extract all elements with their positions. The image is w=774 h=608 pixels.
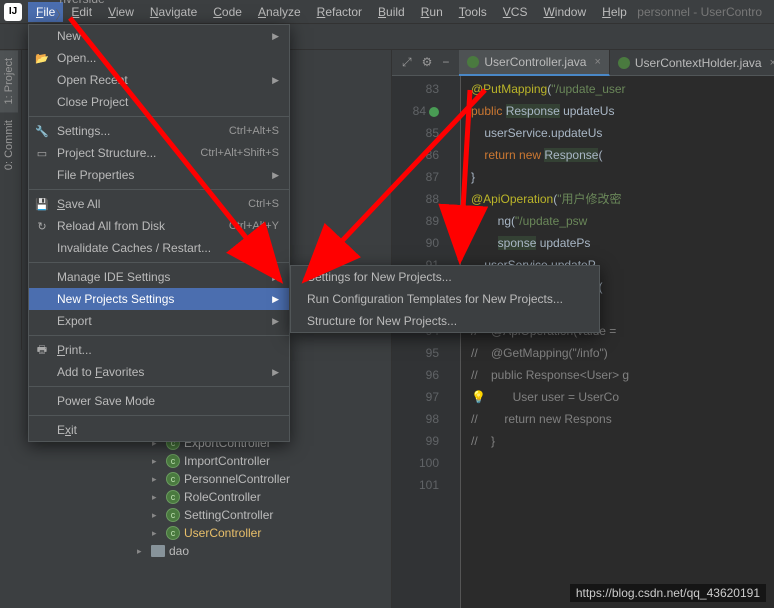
watermark: https://blog.csdn.net/qq_43620191 bbox=[570, 584, 766, 602]
menubar: IJ FileEditViewNavigateCodeAnalyzeRefact… bbox=[0, 0, 774, 24]
menu-item[interactable]: Add to Favorites▶ bbox=[29, 361, 289, 383]
submenu-item[interactable]: Structure for New Projects... bbox=[291, 310, 599, 332]
expand-icon[interactable]: ⤢ bbox=[402, 55, 412, 70]
menu-item[interactable]: ▭Project Structure...Ctrl+Alt+Shift+S bbox=[29, 142, 289, 164]
close-icon[interactable]: × bbox=[594, 56, 600, 68]
menu-run[interactable]: Run bbox=[413, 2, 451, 22]
chevron-right-icon: ▸ bbox=[152, 474, 162, 485]
line-gutter: 8384858687888990919293949596979899100101 bbox=[392, 76, 447, 608]
menu-code[interactable]: Code bbox=[205, 2, 250, 22]
menu-separator bbox=[29, 335, 289, 336]
class-icon bbox=[467, 56, 479, 68]
class-icon: c bbox=[166, 490, 180, 504]
tool-window-tabs: 1: Project 0: Commit bbox=[0, 50, 22, 350]
chevron-right-icon: ▸ bbox=[137, 546, 147, 557]
class-icon: c bbox=[166, 508, 180, 522]
tree-item[interactable]: ▸cImportController bbox=[22, 452, 391, 470]
file-menu-dropdown: New▶📂Open...Open Recent▶Close Project 🔧Se… bbox=[28, 24, 290, 442]
project-title: personnel - UserContro bbox=[637, 5, 770, 19]
menu-icon: 🖶 bbox=[35, 343, 49, 357]
breadcrumb-item[interactable]: riverside bbox=[55, 0, 116, 6]
menu-item[interactable]: Invalidate Caches / Restart... bbox=[29, 237, 289, 259]
menu-icon: ▭ bbox=[35, 146, 49, 160]
tree-folder[interactable]: ▸dao bbox=[22, 542, 391, 560]
tab-commit[interactable]: 0: Commit bbox=[0, 112, 18, 178]
submenu-item[interactable]: Run Configuration Templates for New Proj… bbox=[291, 288, 599, 310]
menu-item[interactable]: 🖶Print... bbox=[29, 339, 289, 361]
chevron-right-icon: ▸ bbox=[152, 510, 162, 521]
close-icon[interactable]: × bbox=[770, 57, 774, 69]
menu-icon: 📂 bbox=[35, 51, 49, 65]
menu-tools[interactable]: Tools bbox=[451, 2, 495, 22]
class-icon: c bbox=[166, 454, 180, 468]
menu-separator bbox=[29, 262, 289, 263]
chevron-right-icon: ▶ bbox=[272, 294, 279, 305]
chevron-right-icon: ▶ bbox=[272, 272, 279, 283]
menu-separator bbox=[29, 116, 289, 117]
menu-item[interactable]: Export▶ bbox=[29, 310, 289, 332]
tree-item[interactable]: ▸cPersonnelController bbox=[22, 470, 391, 488]
menu-refactor[interactable]: Refactor bbox=[309, 2, 370, 22]
menu-vcs[interactable]: VCS bbox=[495, 2, 536, 22]
new-projects-settings-submenu: Settings for New Projects...Run Configur… bbox=[290, 265, 600, 333]
minus-icon[interactable]: − bbox=[442, 55, 449, 70]
menu-item[interactable]: File Properties▶ bbox=[29, 164, 289, 186]
tab-usercontextholder[interactable]: UserContextHolder.java × bbox=[610, 50, 774, 76]
menu-separator bbox=[29, 386, 289, 387]
menu-item[interactable]: Exit bbox=[29, 419, 289, 441]
menu-analyze[interactable]: Analyze bbox=[250, 2, 309, 22]
menu-item[interactable]: New Projects Settings▶ bbox=[29, 288, 289, 310]
chevron-right-icon: ▸ bbox=[152, 492, 162, 503]
chevron-right-icon: ▶ bbox=[272, 75, 279, 86]
menu-item[interactable]: New▶ bbox=[29, 25, 289, 47]
chevron-right-icon: ▶ bbox=[272, 31, 279, 42]
class-icon: c bbox=[166, 526, 180, 540]
folder-icon bbox=[151, 545, 165, 557]
editor-tabs: ⤢ ⚙ − UserController.java × UserContextH… bbox=[392, 50, 774, 76]
menu-window[interactable]: Window bbox=[535, 2, 594, 22]
code-area[interactable]: @PutMapping("/update_userpublic Response… bbox=[461, 76, 774, 608]
menu-navigate[interactable]: Navigate bbox=[142, 2, 205, 22]
menu-build[interactable]: Build bbox=[370, 2, 413, 22]
menu-item[interactable]: Power Save Mode bbox=[29, 390, 289, 412]
menu-item[interactable]: Manage IDE Settings▶ bbox=[29, 266, 289, 288]
menu-item[interactable]: ↻Reload All from DiskCtrl+Alt+Y bbox=[29, 215, 289, 237]
menu-item[interactable]: Close Project bbox=[29, 91, 289, 113]
fold-column bbox=[447, 76, 461, 608]
tree-item[interactable]: ▸cSettingController bbox=[22, 506, 391, 524]
menu-help[interactable]: Help bbox=[594, 2, 635, 22]
menu-separator bbox=[29, 415, 289, 416]
ide-logo-icon: IJ bbox=[4, 3, 22, 21]
menu-icon: ↻ bbox=[35, 219, 49, 233]
menu-item[interactable]: 🔧Settings...Ctrl+Alt+S bbox=[29, 120, 289, 142]
tab-project[interactable]: 1: Project bbox=[0, 50, 18, 112]
tree-item[interactable]: ▸cUserController bbox=[22, 524, 391, 542]
submenu-item[interactable]: Settings for New Projects... bbox=[291, 266, 599, 288]
gear-icon[interactable]: ⚙ bbox=[422, 55, 433, 70]
chevron-right-icon: ▶ bbox=[272, 367, 279, 378]
chevron-right-icon: ▶ bbox=[272, 316, 279, 327]
tab-usercontroller[interactable]: UserController.java × bbox=[459, 50, 609, 76]
menu-item[interactable]: 📂Open... bbox=[29, 47, 289, 69]
menu-icon: 🔧 bbox=[35, 124, 49, 138]
menu-separator bbox=[29, 189, 289, 190]
menu-item[interactable]: Open Recent▶ bbox=[29, 69, 289, 91]
menu-item[interactable]: 💾Save AllCtrl+S bbox=[29, 193, 289, 215]
chevron-right-icon: ▸ bbox=[152, 456, 162, 467]
class-icon bbox=[618, 57, 630, 69]
chevron-right-icon: ▶ bbox=[272, 170, 279, 181]
tree-item[interactable]: ▸cRoleController bbox=[22, 488, 391, 506]
menu-icon: 💾 bbox=[35, 197, 49, 211]
chevron-right-icon: ▸ bbox=[152, 528, 162, 539]
class-icon: c bbox=[166, 472, 180, 486]
